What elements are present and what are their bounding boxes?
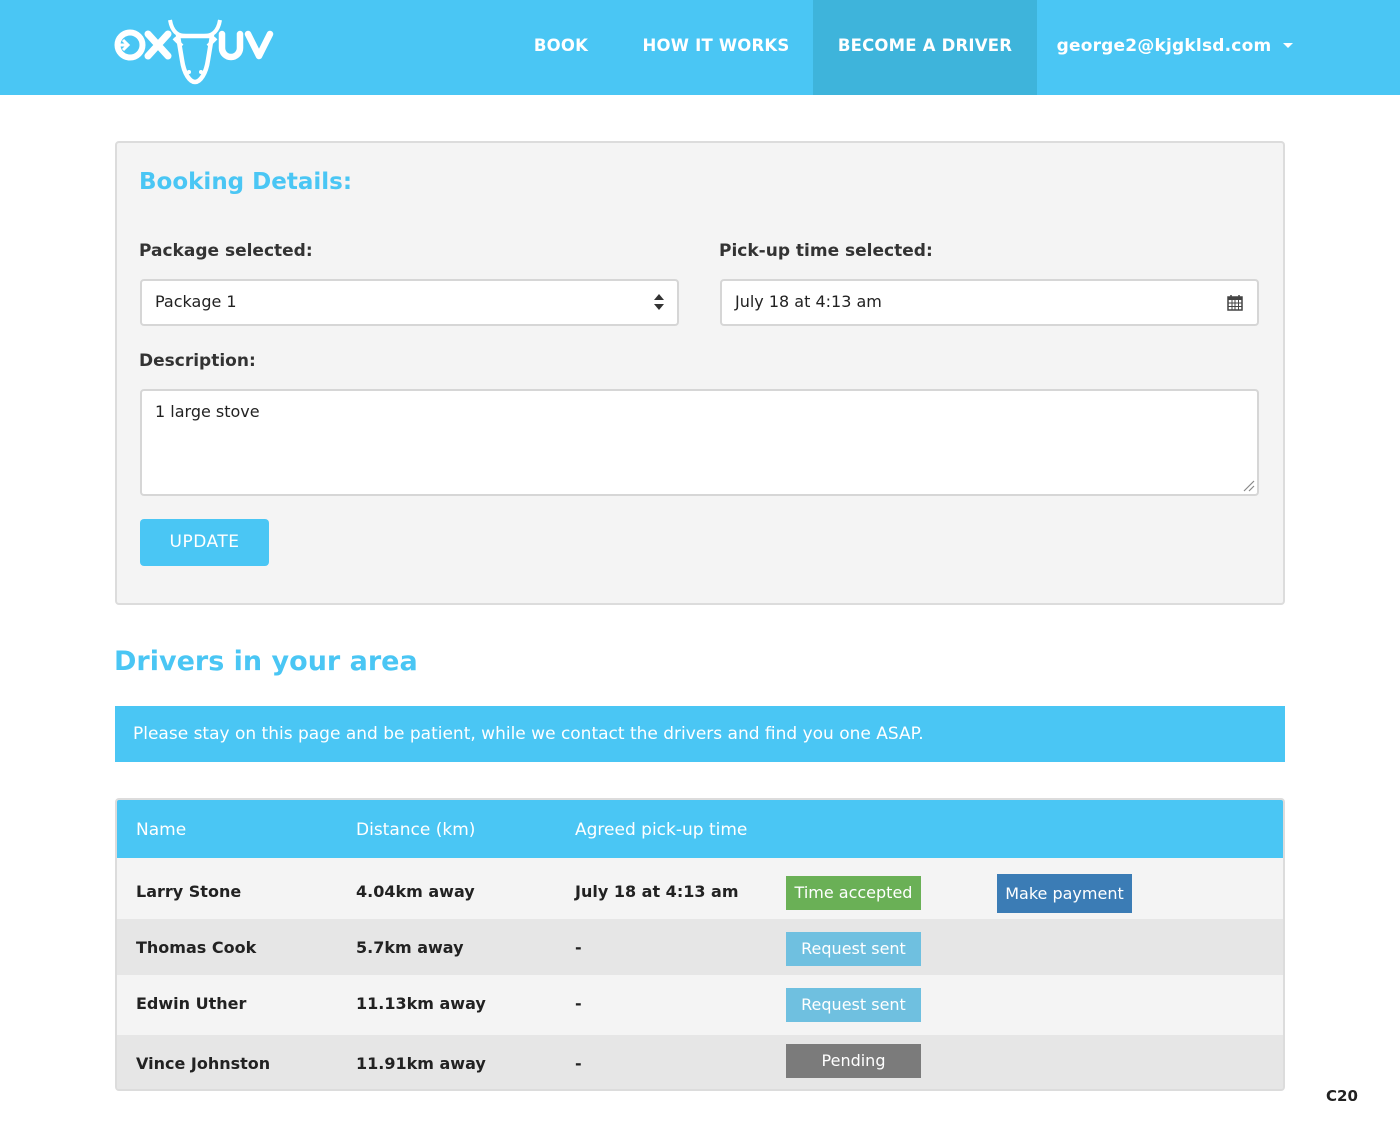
make-payment-button[interactable]: Make payment bbox=[997, 874, 1132, 913]
nav-become-a-driver[interactable]: BECOME A DRIVER bbox=[813, 0, 1037, 95]
table-row: Vince Johnston 11.91km away - Pending bbox=[117, 1035, 1283, 1089]
driver-name: Vince Johnston bbox=[136, 1054, 271, 1073]
corner-code-label: C20 bbox=[1326, 1087, 1358, 1105]
table-row: Larry Stone 4.04km away July 18 at 4:13 … bbox=[117, 863, 1283, 919]
description-textarea[interactable]: 1 large stove bbox=[140, 389, 1259, 496]
driver-distance: 4.04km away bbox=[356, 882, 475, 901]
table-row: Edwin Uther 11.13km away - Request sent bbox=[117, 975, 1283, 1035]
drivers-table: Name Distance (km) Agreed pick-up time L… bbox=[115, 798, 1285, 1091]
column-header-distance: Distance (km) bbox=[356, 820, 476, 840]
column-header-name: Name bbox=[136, 820, 187, 840]
driver-name: Larry Stone bbox=[136, 882, 242, 901]
resize-grip-icon[interactable] bbox=[1241, 478, 1255, 492]
driver-name: Thomas Cook bbox=[136, 938, 257, 957]
package-select[interactable]: Package 1 bbox=[140, 279, 679, 326]
column-header-pickup-time: Agreed pick-up time bbox=[575, 820, 748, 840]
user-menu[interactable]: george2@kjgklsd.com bbox=[1050, 0, 1300, 95]
pickup-time-value: July 18 at 4:13 am bbox=[735, 292, 882, 311]
oxmuv-logo[interactable] bbox=[112, 12, 277, 86]
driver-pickup-time: July 18 at 4:13 am bbox=[575, 882, 739, 901]
select-arrows-icon bbox=[654, 294, 664, 310]
info-notice: Please stay on this page and be patient,… bbox=[115, 706, 1285, 762]
booking-details-panel: Booking Details: Package selected: Packa… bbox=[115, 141, 1285, 605]
nav-how-it-works[interactable]: HOW IT WORKS bbox=[630, 0, 802, 95]
ox-head-logo-icon bbox=[114, 19, 274, 85]
drivers-section-title: Drivers in your area bbox=[114, 646, 418, 677]
package-label: Package selected: bbox=[139, 241, 313, 261]
driver-pickup-time: - bbox=[575, 1054, 582, 1073]
status-badge: Time accepted bbox=[786, 876, 921, 910]
driver-distance: 11.91km away bbox=[356, 1054, 486, 1073]
status-badge: Request sent bbox=[786, 932, 921, 966]
pickup-time-label: Pick-up time selected: bbox=[719, 241, 933, 261]
booking-details-title: Booking Details: bbox=[139, 169, 353, 195]
driver-distance: 11.13km away bbox=[356, 994, 486, 1013]
driver-pickup-time: - bbox=[575, 938, 582, 957]
driver-distance: 5.7km away bbox=[356, 938, 464, 957]
calendar-icon[interactable] bbox=[1227, 294, 1243, 311]
pickup-time-input[interactable]: July 18 at 4:13 am bbox=[720, 279, 1259, 326]
table-row: Thomas Cook 5.7km away - Request sent bbox=[117, 919, 1283, 975]
description-value: 1 large stove bbox=[155, 402, 260, 421]
user-email: george2@kjgklsd.com bbox=[1056, 36, 1272, 56]
update-button[interactable]: UPDATE bbox=[140, 519, 269, 566]
nav-book[interactable]: BOOK bbox=[520, 0, 602, 95]
status-badge: Pending bbox=[786, 1044, 921, 1078]
package-select-value: Package 1 bbox=[155, 292, 237, 311]
top-navigation-bar: BOOK HOW IT WORKS BECOME A DRIVER george… bbox=[0, 0, 1400, 95]
table-header: Name Distance (km) Agreed pick-up time bbox=[117, 800, 1283, 858]
description-label: Description: bbox=[139, 351, 256, 371]
status-badge: Request sent bbox=[786, 988, 921, 1022]
driver-pickup-time: - bbox=[575, 994, 582, 1013]
driver-name: Edwin Uther bbox=[136, 994, 247, 1013]
chevron-down-icon bbox=[1283, 42, 1294, 48]
